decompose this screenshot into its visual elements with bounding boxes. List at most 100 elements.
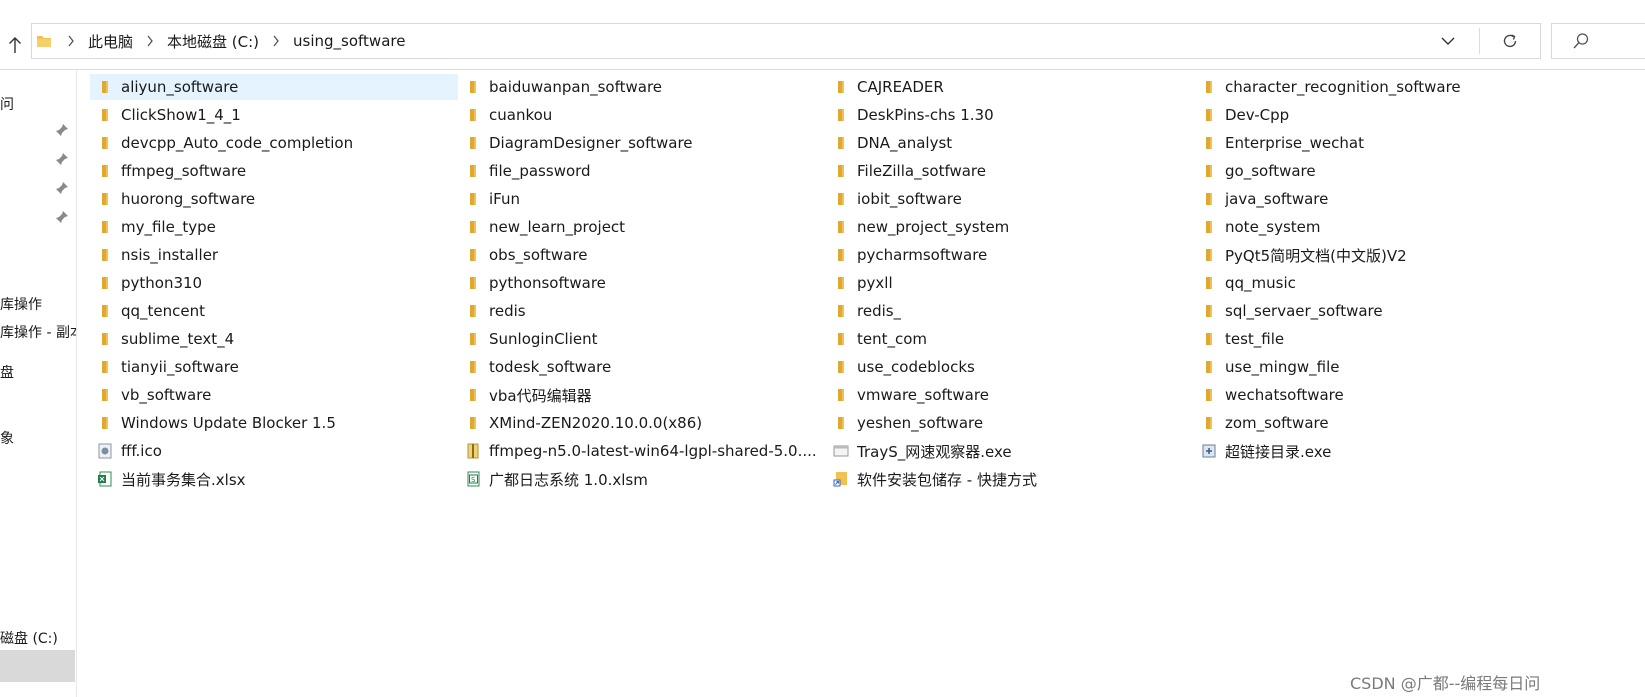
up-button[interactable] [4,34,26,56]
folder-item[interactable]: DNA_analyst [826,130,1194,156]
address-dropdown-button[interactable] [1430,24,1466,58]
folder-item[interactable]: new_project_system [826,214,1194,240]
folder-item[interactable]: XMind-ZEN2020.10.0.0(x86) [458,410,826,436]
file-cell: tent_com [826,326,1194,354]
item-name: nsis_installer [121,246,219,264]
item-name: baiduwanpan_software [489,78,663,96]
address-bar[interactable]: 此电脑 本地磁盘 (C:) using_software [31,23,1541,59]
item-name: aliyun_software [121,78,239,96]
folder-item[interactable]: Enterprise_wechat [1194,130,1562,156]
folder-item[interactable]: qq_music [1194,270,1562,296]
folder-item[interactable]: tianyii_software [90,354,458,380]
file-cell: DiagramDesigner_software [458,130,826,158]
folder-item[interactable]: PyQt5简明文档(中文版)V2 [1194,242,1562,268]
item-name: file_password [489,162,591,180]
folder-item[interactable]: pyxll [826,270,1194,296]
folder-item[interactable]: file_password [458,158,826,184]
folder-item[interactable]: use_mingw_file [1194,354,1562,380]
folder-item[interactable]: aliyun_software [90,74,458,100]
nav-item[interactable]: 盘 [0,362,14,382]
folder-item[interactable]: qq_tencent [90,298,458,324]
nav-item[interactable]: 库操作 - 副本 [0,322,76,342]
breadcrumb-item[interactable]: 此电脑 [82,31,139,52]
breadcrumb-item[interactable]: 本地磁盘 (C:) [161,31,265,52]
folder-item[interactable]: CAJREADER [826,74,1194,100]
folder-item[interactable]: vmware_software [826,382,1194,408]
folder-item[interactable]: FileZilla_sotfware [826,158,1194,184]
folder-item[interactable]: iFun [458,186,826,212]
folder-item[interactable]: vb_software [90,382,458,408]
nav-item[interactable]: 象 [0,428,14,448]
folder-item[interactable]: redis [458,298,826,324]
breadcrumb-item[interactable]: using_software [287,32,411,50]
file-item[interactable]: ffmpeg-n5.0-latest-win64-lgpl-shared-5.0… [458,438,826,464]
folder-item[interactable]: note_system [1194,214,1562,240]
folder-item[interactable]: redis_ [826,298,1194,324]
folder-item[interactable]: DiagramDesigner_software [458,130,826,156]
folder-item[interactable]: SunloginClient [458,326,826,352]
file-item[interactable]: 超链接目录.exe [1194,438,1562,464]
folder-item[interactable]: iobit_software [826,186,1194,212]
nav-item[interactable]: 磁盘 (C:) [0,628,58,648]
folder-icon [833,163,849,179]
file-cell: ClickShow1_4_1 [90,102,458,130]
folder-item[interactable]: python310 [90,270,458,296]
nav-item[interactable]: 库操作 [0,294,42,314]
folder-icon [36,33,52,53]
folder-item[interactable]: yeshen_software [826,410,1194,436]
item-name: tianyii_software [121,358,239,376]
folder-item[interactable]: pycharmsoftware [826,242,1194,268]
pin-icon[interactable] [55,122,69,136]
folder-item[interactable]: Dev-Cpp [1194,102,1562,128]
folder-item[interactable]: huorong_software [90,186,458,212]
file-item[interactable]: S 广都日志系统 1.0.xlsm [458,466,826,492]
folder-item[interactable]: nsis_installer [90,242,458,268]
chevron-right-icon[interactable] [60,35,82,47]
folder-item[interactable]: ClickShow1_4_1 [90,102,458,128]
folder-item[interactable]: todesk_software [458,354,826,380]
pin-icon[interactable] [55,209,69,223]
folder-item[interactable]: sql_servaer_software [1194,298,1562,324]
pin-icon[interactable] [55,151,69,165]
search-input[interactable] [1551,23,1645,59]
pin-icon[interactable] [55,180,69,194]
file-cell: vb_software [90,382,458,410]
file-cell: pycharmsoftware [826,242,1194,270]
refresh-button[interactable] [1480,24,1540,58]
item-name: SunloginClient [489,330,598,348]
folder-item[interactable]: use_codeblocks [826,354,1194,380]
folder-item[interactable]: test_file [1194,326,1562,352]
item-name: devcpp_Auto_code_completion [121,134,354,152]
nav-item[interactable]: 问 [0,94,14,114]
file-cell: huorong_software [90,186,458,214]
folder-item[interactable]: ffmpeg_software [90,158,458,184]
chevron-right-icon[interactable] [139,35,161,47]
folder-item[interactable]: wechatsoftware [1194,382,1562,408]
folder-item[interactable]: devcpp_Auto_code_completion [90,130,458,156]
folder-icon [465,219,481,235]
folder-item[interactable]: cuankou [458,102,826,128]
folder-icon [97,303,113,319]
file-item[interactable]: fff.ico [90,438,458,464]
folder-item[interactable]: new_learn_project [458,214,826,240]
file-item[interactable]: 软件安装包储存 - 快捷方式 [826,466,1194,492]
folder-item[interactable]: baiduwanpan_software [458,74,826,100]
folder-item[interactable]: vba代码编辑器 [458,382,826,408]
file-item[interactable]: 当前事务集合.xlsx [90,466,458,492]
folder-item[interactable]: character_recognition_software [1194,74,1562,100]
shortcut-icon [833,471,849,487]
folder-item[interactable]: obs_software [458,242,826,268]
file-item[interactable]: TrayS_网速观察器.exe [826,438,1194,464]
folder-item[interactable]: DeskPins-chs 1.30 [826,102,1194,128]
exe-file-icon [833,443,849,459]
folder-item[interactable]: go_software [1194,158,1562,184]
folder-item[interactable]: pythonsoftware [458,270,826,296]
folder-item[interactable]: zom_software [1194,410,1562,436]
folder-icon [833,359,849,375]
chevron-right-icon[interactable] [265,35,287,47]
folder-item[interactable]: tent_com [826,326,1194,352]
folder-item[interactable]: Windows Update Blocker 1.5 [90,410,458,436]
folder-item[interactable]: sublime_text_4 [90,326,458,352]
folder-item[interactable]: my_file_type [90,214,458,240]
folder-item[interactable]: java_software [1194,186,1562,212]
